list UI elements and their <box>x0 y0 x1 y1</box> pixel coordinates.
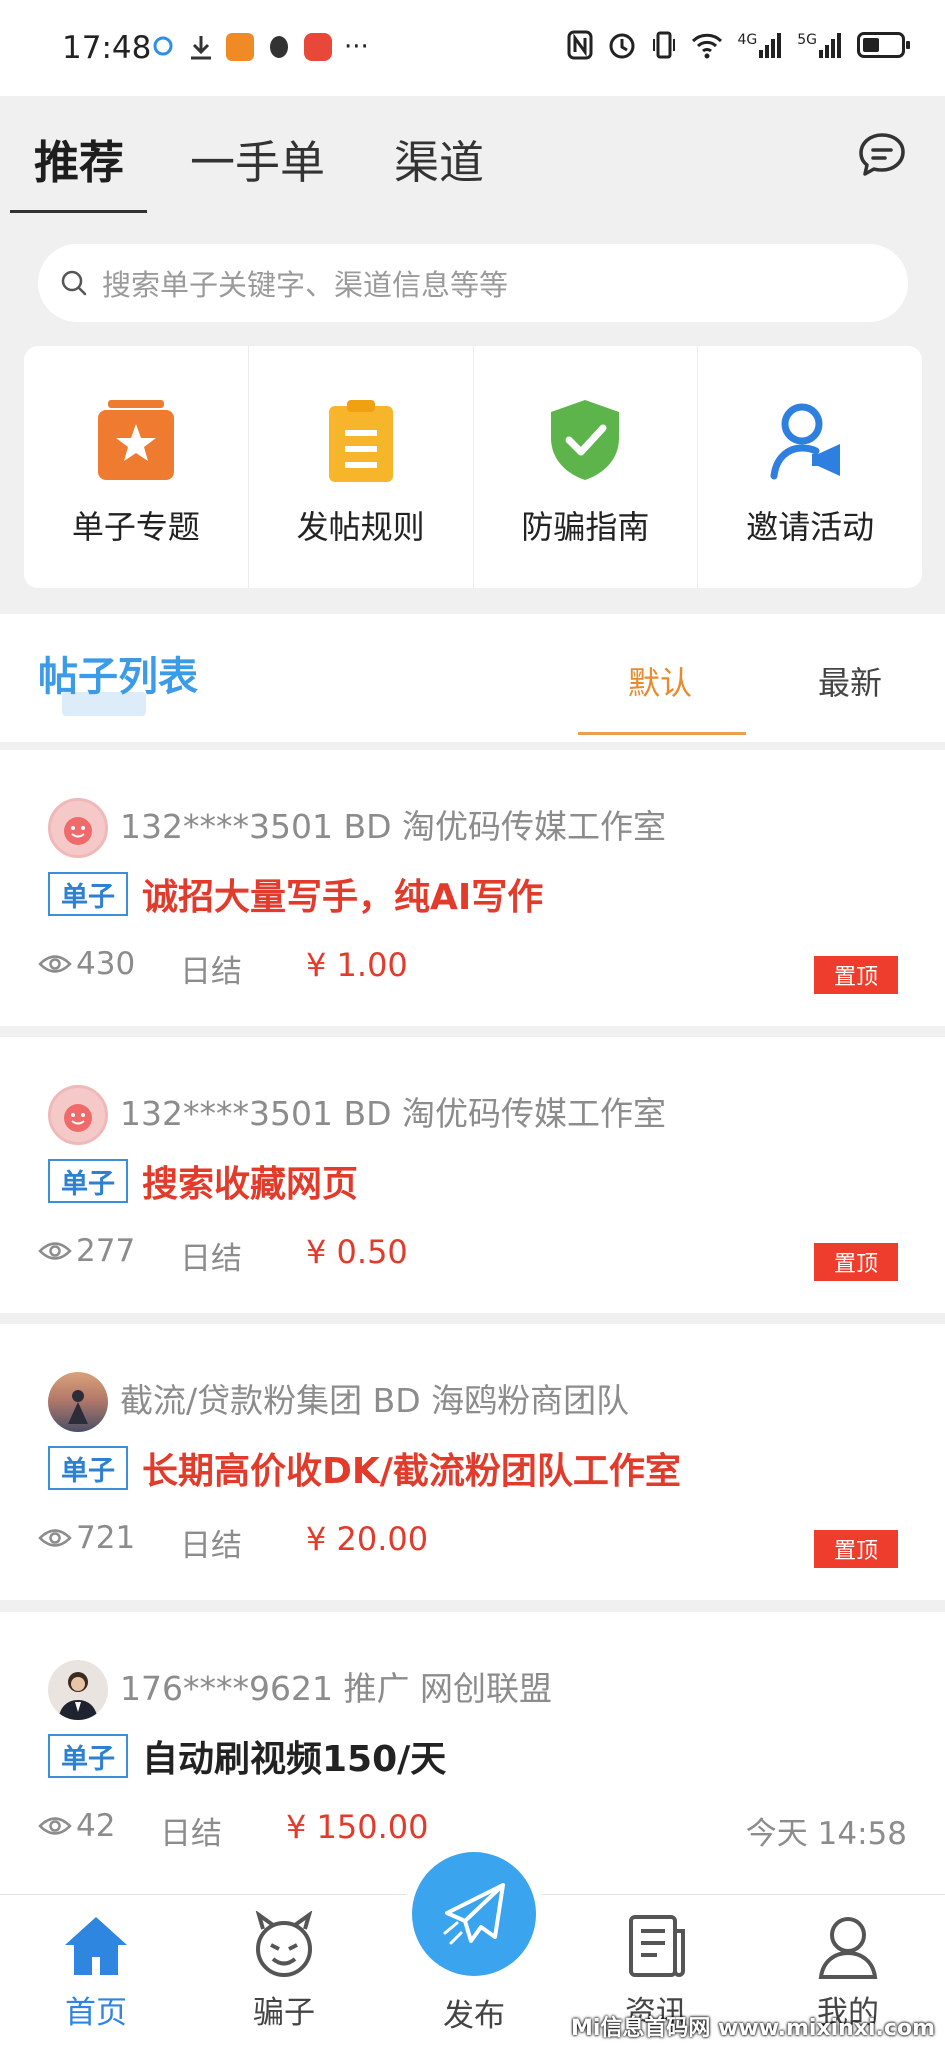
publish-label: 发布 <box>443 1998 505 2034</box>
user-icon <box>818 1917 878 1979</box>
search-placeholder: 搜索单子关键字、渠道信息等等 <box>102 268 509 302</box>
paper-plane-icon <box>443 1883 505 1945</box>
search-icon <box>61 270 87 296</box>
nav-label: 骗子 <box>253 1995 315 2031</box>
eye-icon <box>38 955 72 973</box>
post-item[interactable]: 132****3501 BD 淘优码传媒工作室 单子 诚招大量写手，纯AI写作 … <box>0 750 945 1026</box>
post-price: ¥ 150.00 <box>286 1808 429 1846</box>
post-settlement: 日结 <box>160 1816 222 1852</box>
vibrate-icon <box>653 31 676 59</box>
sort-default-tab[interactable]: 默认 <box>628 658 692 704</box>
search-bar[interactable]: 搜索单子关键字、渠道信息等等 <box>38 244 908 322</box>
pinned-badge: 置顶 <box>814 1530 898 1568</box>
app-screen: 17:48 ··· 4G 5G 推荐 一手单 渠道 搜索单子关键字、渠道信息等等… <box>0 0 945 2048</box>
post-tag: 单子 <box>48 1446 128 1490</box>
avatar <box>48 1085 108 1145</box>
watermark: Mi信息首码网 www.mixinxi.com <box>570 2016 935 2041</box>
post-title[interactable]: 自动刷视频150/天 <box>142 1730 446 1782</box>
battery-icon <box>857 32 910 58</box>
post-price: ¥ 0.50 <box>306 1233 408 1271</box>
post-views: 277 <box>38 1233 135 1269</box>
quick-item-label: 发帖规则 <box>296 508 425 546</box>
quick-item-topics[interactable]: 单子专题 <box>24 346 249 588</box>
tab-first-hand[interactable]: 一手单 <box>190 126 325 191</box>
quick-item-invite[interactable]: 邀请活动 <box>698 346 922 588</box>
app-home-icon <box>226 33 254 61</box>
nav-label: 首页 <box>65 1995 127 2031</box>
status-bar: 17:48 ··· 4G 5G <box>0 0 945 96</box>
post-author: 132****3501 BD 淘优码传媒工作室 <box>120 1094 666 1133</box>
post-list-title: 帖子列表 <box>38 654 198 700</box>
top-tabs: 推荐 一手单 渠道 <box>0 96 945 216</box>
chat-bubble-icon <box>153 36 173 56</box>
post-author: 176****9621 推广 网创联盟 <box>120 1669 552 1708</box>
devil-face-icon <box>255 1911 313 1977</box>
post-title[interactable]: 搜索收藏网页 <box>142 1155 358 1207</box>
sort-active-indicator <box>578 732 746 735</box>
post-tag: 单子 <box>48 872 128 916</box>
post-item[interactable]: 截流/贷款粉集团 BD 海鸥粉商团队 单子 长期高价收DK/截流粉团队工作室 7… <box>0 1324 945 1600</box>
post-views: 42 <box>38 1808 115 1844</box>
qq-icon <box>270 36 288 58</box>
system-status-icons: 4G 5G <box>567 30 910 60</box>
avatar <box>48 1372 108 1432</box>
avatar <box>48 1660 108 1720</box>
home-icon <box>65 1917 127 1975</box>
quick-item-anti-fraud[interactable]: 防骗指南 <box>474 346 699 588</box>
user-megaphone-icon <box>770 403 841 480</box>
post-price: ¥ 20.00 <box>306 1520 429 1558</box>
post-views: 430 <box>38 946 135 982</box>
clipboard-icon <box>328 400 393 482</box>
post-author: 截流/贷款粉集团 BD 海鸥粉商团队 <box>120 1381 630 1420</box>
post-tag: 单子 <box>48 1734 128 1778</box>
tab-channel[interactable]: 渠道 <box>394 126 484 191</box>
eye-icon <box>38 1817 72 1835</box>
publish-button[interactable] <box>412 1852 536 1976</box>
quick-menu: 单子专题 发帖规则 防骗指南 邀请活动 <box>24 346 922 588</box>
wifi-icon <box>692 33 723 59</box>
alarm-icon <box>609 33 635 59</box>
post-price: ¥ 1.00 <box>306 946 408 984</box>
post-author: 132****3501 BD 淘优码传媒工作室 <box>120 807 666 846</box>
nav-scammer[interactable]: 骗子 <box>224 1911 344 2032</box>
post-views: 721 <box>38 1520 135 1556</box>
post-settlement: 日结 <box>180 954 242 990</box>
post-tag: 单子 <box>48 1159 128 1203</box>
post-title[interactable]: 诚招大量写手，纯AI写作 <box>142 868 543 920</box>
post-settlement: 日结 <box>180 1528 242 1564</box>
signal-5g-icon: 5G <box>797 32 843 58</box>
star-box-icon <box>97 400 174 480</box>
tab-active-indicator <box>10 210 147 213</box>
quick-item-rules[interactable]: 发帖规则 <box>249 346 474 588</box>
app-red-icon <box>304 33 332 61</box>
status-time: 17:48 <box>62 30 152 66</box>
quick-item-label: 单子专题 <box>71 508 200 546</box>
post-settlement: 日结 <box>180 1241 242 1277</box>
avatar <box>48 798 108 858</box>
news-icon <box>629 1915 685 1977</box>
shield-check-icon <box>551 400 620 480</box>
pinned-badge: 置顶 <box>814 956 898 994</box>
download-icon <box>191 36 211 60</box>
more-notifications-icon: ··· <box>344 32 369 62</box>
eye-icon <box>38 1242 72 1260</box>
nav-home[interactable]: 首页 <box>36 1911 156 2032</box>
sort-latest-tab[interactable]: 最新 <box>818 658 882 704</box>
nfc-icon <box>567 30 593 60</box>
notification-icons: ··· <box>152 32 369 62</box>
post-list-header: 帖子列表 默认 最新 <box>0 614 945 742</box>
quick-item-label: 防骗指南 <box>521 508 650 546</box>
pinned-badge: 置顶 <box>814 1243 898 1281</box>
quick-item-label: 邀请活动 <box>746 508 875 546</box>
post-title[interactable]: 长期高价收DK/截流粉团队工作室 <box>142 1442 681 1494</box>
tab-recommend[interactable]: 推荐 <box>34 126 124 191</box>
post-time: 今天 14:58 <box>745 1816 907 1852</box>
eye-icon <box>38 1529 72 1547</box>
signal-4g-icon: 4G <box>737 32 783 58</box>
message-icon[interactable] <box>857 130 907 180</box>
post-item[interactable]: 132****3501 BD 淘优码传媒工作室 单子 搜索收藏网页 277 日结… <box>0 1037 945 1313</box>
